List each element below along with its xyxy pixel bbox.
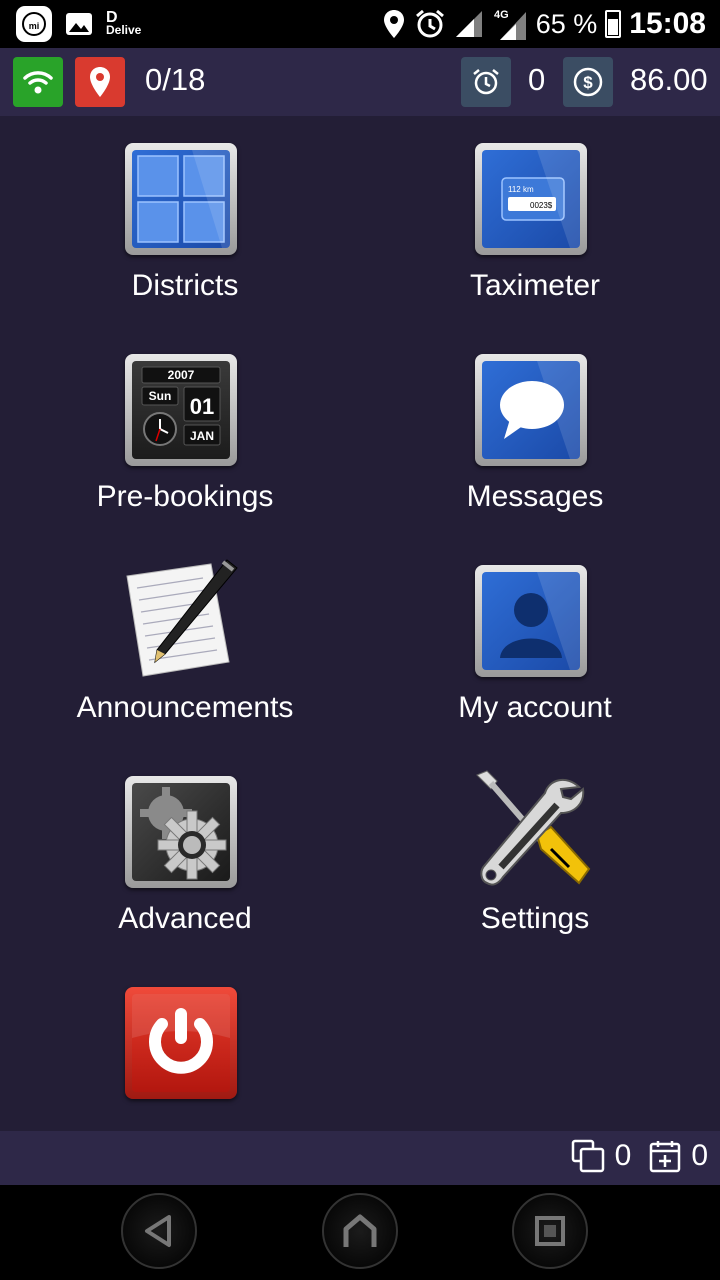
alarm-button[interactable] (461, 57, 511, 107)
svg-text:2007: 2007 (168, 368, 195, 382)
svg-text:Sun: Sun (149, 389, 172, 403)
wifi-status-button[interactable] (13, 57, 63, 107)
wrench-screwdriver-icon (471, 769, 597, 895)
orders-count: 0/18 (145, 62, 206, 97)
svg-text:0023$: 0023$ (530, 201, 553, 210)
balance-button[interactable]: $ (563, 57, 613, 107)
back-triangle-icon (145, 1215, 171, 1247)
gps-status-button[interactable] (75, 57, 125, 107)
calendar-add-icon (650, 1141, 681, 1173)
main-menu-grid: Districts 112 km 0023$ Taximeter 2007 Su… (0, 116, 720, 1131)
menu-prebookings-label: Pre-bookings (96, 480, 274, 513)
user-silhouette-icon (475, 565, 587, 677)
menu-settings[interactable]: Settings (385, 749, 685, 949)
app-top-bar: 0/18 0 $ 86.00 (0, 48, 720, 116)
svg-text:01: 01 (190, 394, 214, 419)
signal-icon (455, 11, 482, 37)
menu-advanced-label: Advanced (118, 902, 252, 935)
menu-my-account[interactable]: My account (385, 538, 685, 738)
android-nav-bar (0, 1185, 720, 1280)
image-notification-icon (66, 13, 92, 35)
speech-bubble-icon (475, 354, 587, 466)
menu-messages-label: Messages (466, 480, 604, 513)
menu-advanced[interactable]: Advanced (35, 749, 335, 949)
alarm-icon (415, 9, 444, 38)
alarm-count: 0 (528, 62, 546, 97)
dollar-coin-icon: $ (573, 67, 603, 97)
menu-districts[interactable]: Districts (35, 116, 335, 316)
menu-taximeter[interactable]: 112 km 0023$ Taximeter (385, 116, 685, 316)
svg-text:112 km: 112 km (508, 185, 534, 194)
menu-taximeter-label: Taximeter (469, 269, 601, 302)
battery-percent: 65 % (535, 8, 598, 39)
power-button[interactable] (35, 960, 335, 1160)
delive-notification: D Delive (106, 9, 142, 37)
battery-icon (605, 10, 622, 38)
signal-4g-icon: 4G (494, 9, 526, 40)
balance-value: 86.00 (630, 62, 708, 97)
taximeter-icon: 112 km 0023$ (475, 143, 587, 255)
recents-button[interactable] (512, 1193, 588, 1269)
home-button[interactable] (322, 1193, 398, 1269)
calendar-clock-icon: 2007 Sun 01 JAN (125, 354, 237, 466)
gears-icon (125, 776, 237, 888)
mi-notification-icon: mi (16, 6, 52, 42)
menu-my-account-label: My account (458, 691, 612, 724)
svg-text:JAN: JAN (190, 429, 214, 443)
recents-square-icon (535, 1216, 565, 1246)
bottom-status-bar: 0 0 (0, 1131, 720, 1185)
menu-districts-label: Districts (131, 269, 239, 302)
clock: 15:08 (629, 7, 706, 40)
copies-count: 0 (614, 1139, 632, 1172)
alarm-clock-icon (473, 69, 499, 95)
location-icon (383, 10, 404, 38)
calendar-count: 0 (691, 1139, 708, 1172)
notepad-pencil-icon (123, 558, 243, 678)
wifi-icon (23, 71, 53, 94)
back-button[interactable] (121, 1193, 197, 1269)
svg-text:$: $ (583, 73, 593, 92)
menu-announcements[interactable]: Announcements (35, 538, 335, 738)
menu-settings-label: Settings (480, 902, 590, 935)
power-icon (125, 987, 237, 1099)
districts-icon (125, 143, 237, 255)
menu-prebookings[interactable]: 2007 Sun 01 JAN Pre-bookings (35, 327, 335, 527)
menu-messages[interactable]: Messages (385, 327, 685, 527)
system-status-bar: mi D Delive 4G 65 % 15:08 (0, 0, 720, 48)
map-pin-icon (90, 67, 110, 97)
svg-text:4G: 4G (494, 9, 509, 21)
copies-icon (571, 1139, 604, 1173)
menu-announcements-label: Announcements (76, 691, 294, 724)
home-icon (343, 1214, 377, 1247)
